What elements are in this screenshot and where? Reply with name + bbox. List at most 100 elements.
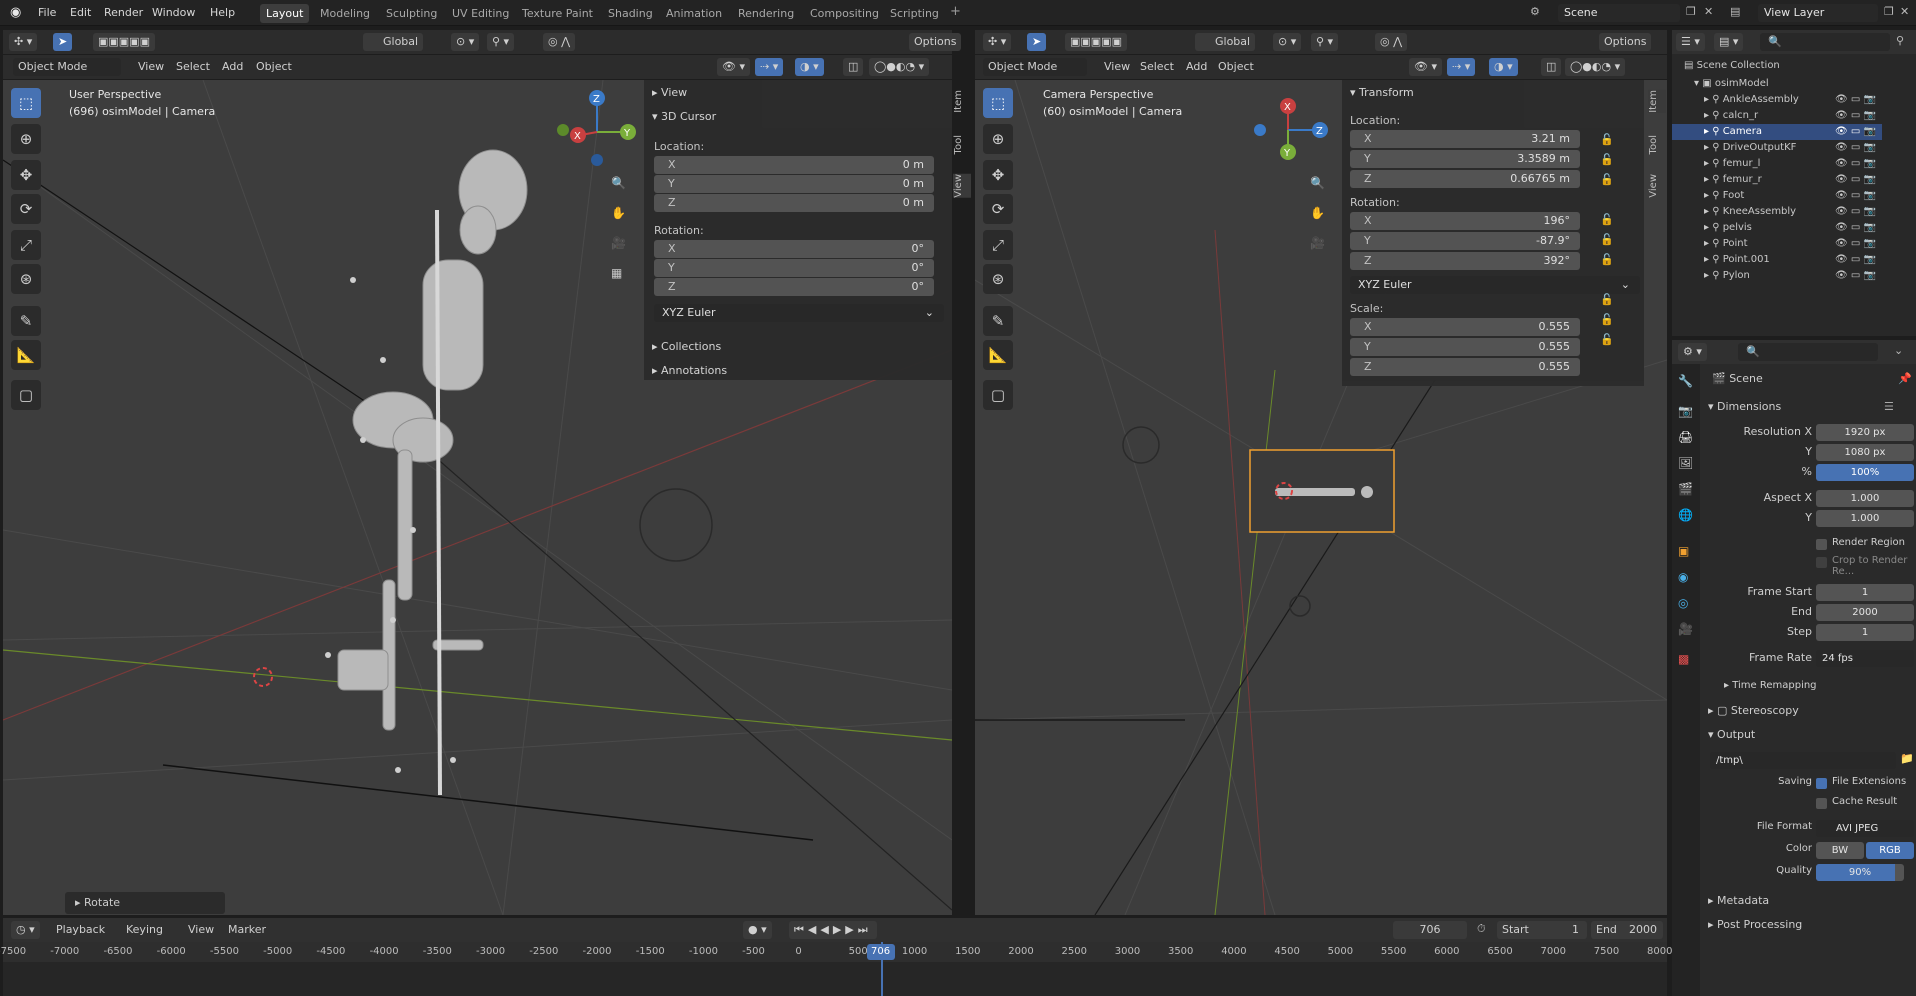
visibility-toggle-icons[interactable]: 👁 ▭ 📷: [1835, 156, 1876, 172]
left-menu-add[interactable]: Add: [217, 58, 248, 76]
view-section-header[interactable]: ▸ View: [652, 86, 687, 99]
visibility-toggle-icons[interactable]: 👁 ▭ 📷: [1835, 108, 1876, 124]
obj-location-z[interactable]: Z 0.66765 m: [1350, 170, 1580, 188]
outliner-search-input[interactable]: 🔍: [1760, 33, 1890, 51]
texture-properties-icon[interactable]: ▩: [1678, 652, 1689, 666]
right-select-tool-icon[interactable]: ➤: [1027, 33, 1047, 51]
right-pivot-icon[interactable]: ⊙ ▾: [1273, 33, 1302, 51]
world-properties-icon[interactable]: 🌐: [1678, 508, 1693, 522]
add-cube-tool-icon[interactable]: ▢: [11, 380, 41, 410]
menu-window[interactable]: Window: [152, 6, 195, 19]
cursor-rotation-y[interactable]: Y 0°: [654, 259, 934, 277]
post-processing-header[interactable]: ▸ Post Processing: [1708, 918, 1802, 931]
properties-menu-icon[interactable]: ⌄: [1894, 344, 1903, 357]
output-properties-icon[interactable]: 🖨: [1678, 430, 1693, 444]
blender-logo-icon[interactable]: ◉: [10, 5, 21, 20]
transform-section-header[interactable]: ▾ Transform: [1350, 86, 1414, 99]
render-properties-icon[interactable]: 📷: [1678, 404, 1693, 418]
outliner-item-6[interactable]: ▸ ⚲ Foot 👁 ▭ 📷: [1672, 188, 1882, 204]
right-rotate-tool-icon[interactable]: ⟳: [983, 194, 1013, 224]
outliner-item-1[interactable]: ▸ ⚲ calcn_r 👁 ▭ 📷: [1672, 108, 1882, 124]
data-properties-icon[interactable]: 🎥: [1678, 622, 1693, 636]
visibility-toggle-icons[interactable]: 👁 ▭ 📷: [1835, 204, 1876, 220]
right-menu-object[interactable]: Object: [1213, 58, 1259, 76]
outliner-item-11[interactable]: ▸ ⚲ Pylon 👁 ▭ 📷: [1672, 268, 1882, 284]
pin-icon[interactable]: 📌: [1898, 372, 1912, 385]
cursor-location-y[interactable]: Y0 m: [654, 175, 934, 193]
obj-rotation-z[interactable]: Z 392°: [1350, 252, 1580, 270]
playback-controls-icon[interactable]: ⏮◀◀▶▶⏭: [789, 921, 877, 939]
snap-icon[interactable]: ⚲ ▾: [487, 33, 515, 51]
playhead-frame-label[interactable]: 706: [866, 944, 895, 960]
visibility-toggle-icons[interactable]: 👁 ▭ 📷: [1835, 188, 1876, 204]
right-tab-item[interactable]: Item: [1648, 90, 1666, 113]
right-pan-hand-icon[interactable]: ✋: [1310, 206, 1325, 220]
right-select-mode-icons[interactable]: ▣▣▣▣▣: [1065, 33, 1127, 51]
start-frame-field[interactable]: Start 1: [1497, 921, 1587, 939]
shading-modes-icon[interactable]: ◯●◐◔ ▾: [869, 58, 930, 76]
ortho-grid-icon[interactable]: ▦: [611, 266, 622, 280]
measure-tool-icon[interactable]: 📐: [11, 340, 41, 370]
obj-scale-z[interactable]: Z 0.555: [1350, 358, 1580, 376]
outliner-item-0[interactable]: ▸ ⚲ AnkleAssembly 👁 ▭ 📷: [1672, 92, 1882, 108]
obj-location-x[interactable]: X 3.21 m: [1350, 130, 1580, 148]
view-layer-delete-icon[interactable]: ✕: [1900, 5, 1909, 18]
cursor-rotation-x[interactable]: X 0°: [654, 240, 934, 258]
view-layer-icon[interactable]: ▤: [1730, 5, 1740, 18]
preview-range-icon[interactable]: ⏱: [1477, 922, 1486, 936]
output-panel-header[interactable]: ▾ Output: [1708, 728, 1755, 741]
obj-rotation-mode-dropdown[interactable]: XYZ Euler ⌄: [1350, 276, 1640, 294]
frame-start-field[interactable]: 1: [1816, 584, 1914, 601]
right-xray-icon[interactable]: ◫: [1541, 58, 1562, 76]
annotations-section-header[interactable]: ▸ Annotations: [652, 364, 727, 377]
color-bw-button[interactable]: BW: [1816, 842, 1864, 859]
presets-list-icon[interactable]: ☰: [1884, 400, 1894, 413]
dimensions-panel-header[interactable]: ▾ Dimensions: [1708, 400, 1781, 413]
cursor-rotation-z[interactable]: Z 0°: [654, 278, 934, 296]
pivot-icon[interactable]: ⊙ ▾: [451, 33, 480, 51]
visibility-icon[interactable]: 👁 ▾: [717, 58, 750, 76]
timeline-type-icon[interactable]: ◷ ▾: [11, 921, 40, 939]
menu-marker[interactable]: Marker: [223, 921, 271, 939]
end-frame-field[interactable]: End 2000: [1591, 921, 1663, 939]
crop-checkbox[interactable]: [1816, 557, 1827, 568]
right-menu-view[interactable]: View: [1099, 58, 1135, 76]
left-tab-item[interactable]: Item: [953, 90, 971, 113]
resolution-x-field[interactable]: 1920 px: [1816, 424, 1914, 441]
object-properties-icon[interactable]: ▣: [1678, 544, 1689, 558]
scene-icon[interactable]: ⚙: [1530, 5, 1540, 18]
last-operator-panel[interactable]: ▸ Rotate: [65, 892, 225, 914]
outliner-display-mode-icon[interactable]: ▤ ▾: [1714, 33, 1744, 51]
aspect-x-field[interactable]: 1.000: [1816, 490, 1914, 507]
add-workspace-icon[interactable]: +: [950, 4, 961, 19]
transform-tool-icon[interactable]: ⊛: [11, 264, 41, 294]
right-measure-tool-icon[interactable]: 📐: [983, 340, 1013, 370]
menu-help[interactable]: Help: [210, 6, 235, 19]
time-remapping-header[interactable]: ▸ Time Remapping: [1724, 680, 1817, 691]
constraints-properties-icon[interactable]: ◎: [1678, 596, 1688, 610]
cursor-rotation-mode-dropdown[interactable]: XYZ Euler ⌄: [654, 304, 944, 322]
annotate-tool-icon[interactable]: ✎: [11, 306, 41, 336]
scene-selector[interactable]: Scene: [1558, 4, 1680, 22]
folder-browse-icon[interactable]: 📁: [1900, 752, 1914, 765]
cache-result-checkbox[interactable]: [1816, 798, 1827, 809]
select-mode-icons[interactable]: ▣▣▣▣▣: [93, 33, 155, 51]
view-layer-selector[interactable]: View Layer: [1758, 4, 1878, 22]
tab-sculpting[interactable]: Sculpting: [380, 4, 443, 23]
right-tab-view[interactable]: View: [1648, 174, 1666, 198]
left-menu-view[interactable]: View: [133, 58, 169, 76]
tab-modeling[interactable]: Modeling: [314, 4, 376, 23]
overlay-toggle-icon[interactable]: ◑ ▾: [795, 58, 824, 76]
visibility-toggle-icons[interactable]: 👁 ▭ 📷: [1835, 92, 1876, 108]
scale-tool-icon[interactable]: ⤢: [11, 230, 41, 260]
resolution-y-field[interactable]: 1080 px: [1816, 444, 1914, 461]
physics-properties-icon[interactable]: ◉: [1678, 570, 1688, 584]
3d-cursor-section-header[interactable]: ▾ 3D Cursor: [652, 110, 716, 123]
view-layer-properties-icon[interactable]: 🖼: [1678, 456, 1693, 470]
metadata-header[interactable]: ▸ Metadata: [1708, 894, 1769, 907]
collections-section-header[interactable]: ▸ Collections: [652, 340, 721, 353]
camera-view-icon[interactable]: 🎥: [611, 236, 626, 250]
outliner-item-8[interactable]: ▸ ⚲ pelvis 👁 ▭ 📷: [1672, 220, 1882, 236]
collection-row-osimmodel[interactable]: ▾ ▣ osimModel: [1672, 76, 1882, 92]
properties-search-input[interactable]: 🔍: [1738, 343, 1878, 361]
